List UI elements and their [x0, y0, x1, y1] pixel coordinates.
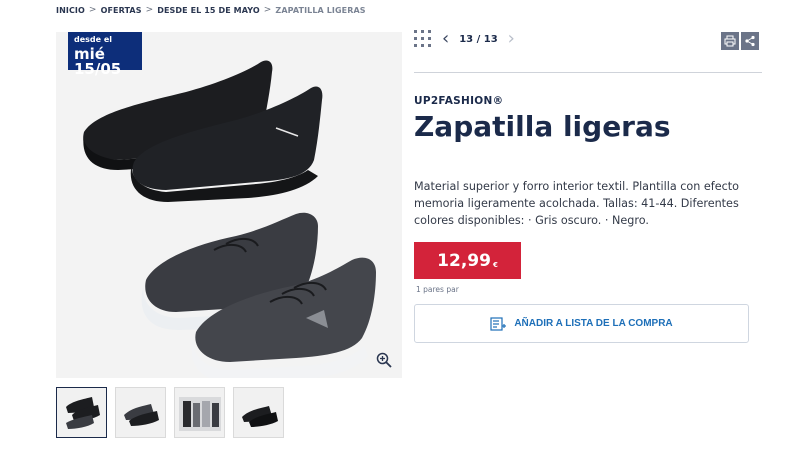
add-to-list-label: AÑADIR A LISTA DE LA COMPRA: [514, 318, 673, 329]
black-shoe-pair: [83, 60, 323, 202]
shopping-list-icon: [490, 316, 507, 331]
share-icon: [745, 35, 755, 47]
chevron-right-icon[interactable]: ›: [508, 30, 515, 48]
product-counter: 13 / 13: [459, 33, 498, 45]
thumbnail-2-image: [123, 403, 159, 426]
grid-view-icon[interactable]: [414, 30, 432, 48]
badge-small-text: desde el: [74, 35, 113, 44]
product-navigation: ‹ 13 / 13 ›: [414, 30, 515, 48]
thumbnail-4-image: [241, 405, 278, 427]
grey-shoe-pair: [141, 212, 376, 378]
thumbnail-3-image: [178, 396, 221, 431]
thumbnail-3[interactable]: [174, 387, 225, 438]
share-tools: [721, 32, 759, 50]
breadcrumb: INICIO > OFERTAS > DESDE EL 15 DE MAYO >…: [56, 5, 366, 15]
product-brand: UP2FASHION®: [414, 95, 504, 107]
product-description: Material superior y forro interior texti…: [414, 180, 739, 227]
breadcrumb-separator: >: [263, 5, 272, 15]
thumbnail-4[interactable]: [233, 387, 284, 438]
breadcrumb-separator: >: [88, 5, 97, 15]
breadcrumb-item-inicio[interactable]: INICIO: [56, 6, 85, 15]
breadcrumb-current: ZAPATILLA LIGERAS: [275, 5, 366, 15]
thumbnail-1-image: [65, 396, 100, 429]
product-title: Zapatilla ligeras: [414, 110, 671, 143]
breadcrumb-separator: >: [145, 5, 154, 15]
thumbnail-2[interactable]: [115, 387, 166, 438]
print-button[interactable]: [721, 32, 739, 50]
product-image-gallery[interactable]: desde el mié 15/05: [56, 32, 402, 378]
zoom-in-icon[interactable]: [376, 352, 392, 368]
add-to-shopping-list-button[interactable]: AÑADIR A LISTA DE LA COMPRA: [414, 304, 749, 343]
chevron-left-icon[interactable]: ‹: [442, 30, 449, 48]
header-divider: [414, 72, 762, 73]
unit-note: 1 pares par: [416, 285, 459, 294]
price-currency: €: [492, 260, 498, 269]
price-value: 12,99: [437, 250, 491, 271]
thumbnail-1[interactable]: [56, 387, 107, 438]
breadcrumb-item-desde-el-15-de-mayo[interactable]: DESDE EL 15 DE MAYO: [157, 6, 260, 15]
date-badge: desde el mié 15/05: [68, 32, 142, 77]
printer-icon: [724, 35, 736, 47]
badge-date-text: mié 15/05: [74, 45, 122, 78]
share-button[interactable]: [741, 32, 759, 50]
thumbnail-strip: [56, 387, 284, 438]
breadcrumb-item-ofertas[interactable]: OFERTAS: [101, 6, 142, 15]
price-box: 12,99 €: [414, 242, 521, 279]
product-image: [83, 60, 376, 378]
